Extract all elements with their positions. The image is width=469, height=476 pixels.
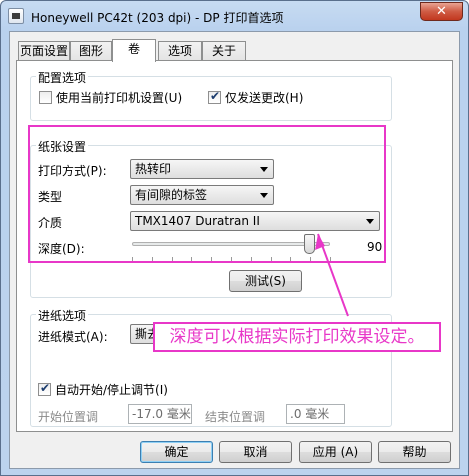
use-current-printer-checkbox[interactable]: 使用当前打印机设置(U) [39, 89, 182, 106]
tab-graphics[interactable]: 图形 [70, 41, 112, 61]
end-position-label: 结束位置调 [205, 410, 266, 424]
check-icon: ✔ [40, 381, 51, 395]
annotation-callout: 深度可以根据实际打印效果设定。 [153, 322, 441, 352]
end-position-field[interactable]: .0 毫米 [286, 404, 345, 424]
config-options-title: 配置选项 [36, 69, 89, 86]
printer-icon [8, 8, 24, 24]
tab-page-setup[interactable]: 页面设置 [18, 41, 70, 61]
close-icon: ✕ [436, 4, 447, 19]
checkbox-box: ✔ [208, 89, 221, 104]
start-position-field[interactable]: -17.0 毫米 [128, 404, 192, 424]
checkbox-box [39, 91, 52, 104]
config-options-group: 配置选项 使用当前打印机设置(U) ✔ 仅发送更改(H) [30, 69, 392, 121]
window-title: Honeywell PC42t (203 dpi) - DP 打印首选项 [31, 11, 284, 25]
feed-options-title: 进纸选项 [36, 307, 89, 324]
help-button[interactable]: 帮助 [378, 441, 451, 463]
annotation-highlight-box [28, 125, 386, 263]
apply-button[interactable]: 应用 (A) [299, 441, 372, 463]
start-position-label: 开始位置调 [38, 410, 99, 424]
tab-about[interactable]: 关于 [202, 41, 246, 61]
close-button[interactable]: ✕ [420, 2, 463, 21]
send-changes-only-label: 仅发送更改(H) [225, 91, 304, 105]
test-button[interactable]: 测试(S) [229, 270, 302, 292]
cancel-button[interactable]: 取消 [219, 441, 292, 463]
tab-options[interactable]: 选项 [158, 41, 202, 61]
auto-start-stop-checkbox[interactable]: ✔ 自动开始/停止调节(I) [38, 381, 168, 398]
ok-button[interactable]: 确定 [140, 441, 213, 463]
title-bar[interactable]: Honeywell PC42t (203 dpi) - DP 打印首选项 ✕ [1, 1, 468, 31]
feed-mode-label: 进纸模式(A): [38, 330, 108, 344]
send-changes-only-checkbox[interactable]: ✔ 仅发送更改(H) [208, 89, 303, 106]
checkbox-box: ✔ [38, 381, 51, 396]
check-icon: ✔ [210, 89, 221, 103]
auto-start-stop-label: 自动开始/停止调节(I) [55, 383, 168, 397]
tab-stock[interactable]: 卷 [112, 39, 156, 62]
use-current-printer-label: 使用当前打印机设置(U) [56, 91, 183, 105]
